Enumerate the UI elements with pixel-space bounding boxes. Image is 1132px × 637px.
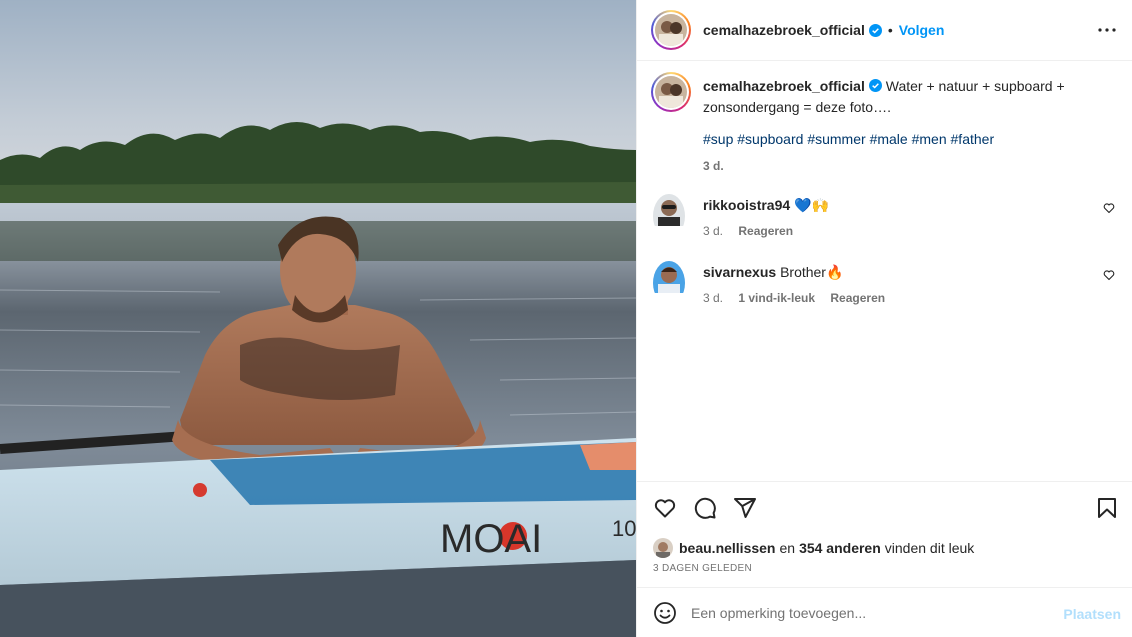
reply-button[interactable]: Reageren [738, 224, 793, 238]
liker-username[interactable]: beau.nellissen [679, 540, 775, 556]
likes-others-link[interactable]: 354 anderen [799, 540, 881, 556]
hashtag-link[interactable]: #sup [703, 131, 733, 147]
comment-text: Brother🔥 [780, 264, 844, 280]
post-photo[interactable]: MOAI 10 [0, 0, 636, 637]
emoji-icon[interactable] [653, 601, 677, 625]
verified-badge-icon [868, 23, 882, 37]
bookmark-icon[interactable] [1095, 496, 1119, 520]
header-separator: • [887, 22, 893, 38]
story-ring[interactable] [651, 10, 691, 50]
hashtag-link[interactable]: #father [951, 131, 995, 147]
comment-time[interactable]: 3 d. [703, 291, 723, 305]
reply-button[interactable]: Reageren [830, 291, 885, 305]
header-username[interactable]: cemalhazebroek_official [703, 22, 865, 38]
more-options-icon[interactable] [1095, 20, 1119, 40]
post-date[interactable]: 3 DAGEN GELEDEN [653, 563, 752, 574]
comment-item: rikkooistra94 💙🙌 3 d. Reageren [653, 194, 1117, 238]
heart-icon[interactable] [653, 496, 677, 520]
comment-avatar[interactable] [653, 194, 685, 238]
board-brand-text: MOAI [440, 517, 542, 561]
hashtag-link[interactable]: #supboard [737, 131, 803, 147]
board-number-text: 10 [612, 516, 636, 541]
add-comment-bar: Plaatsen [637, 587, 1132, 637]
comment-like-icon[interactable] [1103, 269, 1115, 281]
hashtag-link[interactable]: #summer [807, 131, 865, 147]
comment-meta: 3 d. Reageren [703, 224, 1093, 238]
comment-body: rikkooistra94 💙🙌 3 d. Reageren [703, 194, 1093, 238]
instagram-post: MOAI 10 cemalhazebroek_official • Volgen… [0, 0, 1132, 637]
caption-avatar [655, 76, 687, 108]
caption-hashtags: #sup #supboard #summer #male #men #fathe… [703, 130, 1113, 148]
comment-meta: 3 d. 1 vind-ik-leuk Reageren [703, 291, 1093, 305]
avatar [655, 14, 687, 46]
post-caption: cemalhazebroek_official Water + natuur +… [651, 72, 1121, 177]
comment-username[interactable]: sivarnexus [703, 264, 776, 280]
caption-time[interactable]: 3 d. [703, 156, 1113, 177]
comment-text: 💙🙌 [794, 197, 829, 213]
comment-body: sivarnexus Brother🔥 3 d. 1 vind-ik-leuk … [703, 261, 1093, 305]
comment-input[interactable] [691, 604, 1031, 621]
comment-username[interactable]: rikkooistra94 [703, 197, 790, 213]
comment-item: sivarnexus Brother🔥 3 d. 1 vind-ik-leuk … [653, 261, 1117, 305]
caption-username[interactable]: cemalhazebroek_official [703, 78, 865, 94]
photo-scene: MOAI 10 [0, 0, 636, 637]
caption-verified-badge-icon [868, 79, 882, 92]
post-header: cemalhazebroek_official • Volgen [637, 0, 1132, 61]
hashtag-link[interactable]: #men [912, 131, 947, 147]
follow-button[interactable]: Volgen [899, 22, 945, 38]
comments-list[interactable]: cemalhazebroek_official Water + natuur +… [637, 62, 1132, 480]
comment-icon[interactable] [693, 496, 717, 520]
comment-avatar[interactable] [653, 261, 685, 305]
post-side-panel: cemalhazebroek_official • Volgen cemalha… [636, 0, 1132, 637]
comment-likes-count[interactable]: 1 vind-ik-leuk [738, 291, 815, 305]
post-actions: beau.nellissen en 354 anderen vinden dit… [637, 481, 1132, 587]
liker-avatar[interactable] [653, 538, 673, 558]
share-icon[interactable] [733, 496, 757, 520]
likes-joiner: en [779, 540, 796, 556]
caption-text-block: cemalhazebroek_official Water + natuur +… [703, 72, 1113, 177]
hashtag-link[interactable]: #male [870, 131, 908, 147]
likes-suffix: vinden dit leuk [884, 540, 975, 556]
comment-like-icon[interactable] [1103, 202, 1115, 214]
caption-story-ring[interactable] [651, 72, 691, 112]
post-comment-button[interactable]: Plaatsen [1063, 606, 1121, 622]
likes-summary: beau.nellissen en 354 anderen vinden dit… [653, 538, 974, 558]
comment-time[interactable]: 3 d. [703, 224, 723, 238]
